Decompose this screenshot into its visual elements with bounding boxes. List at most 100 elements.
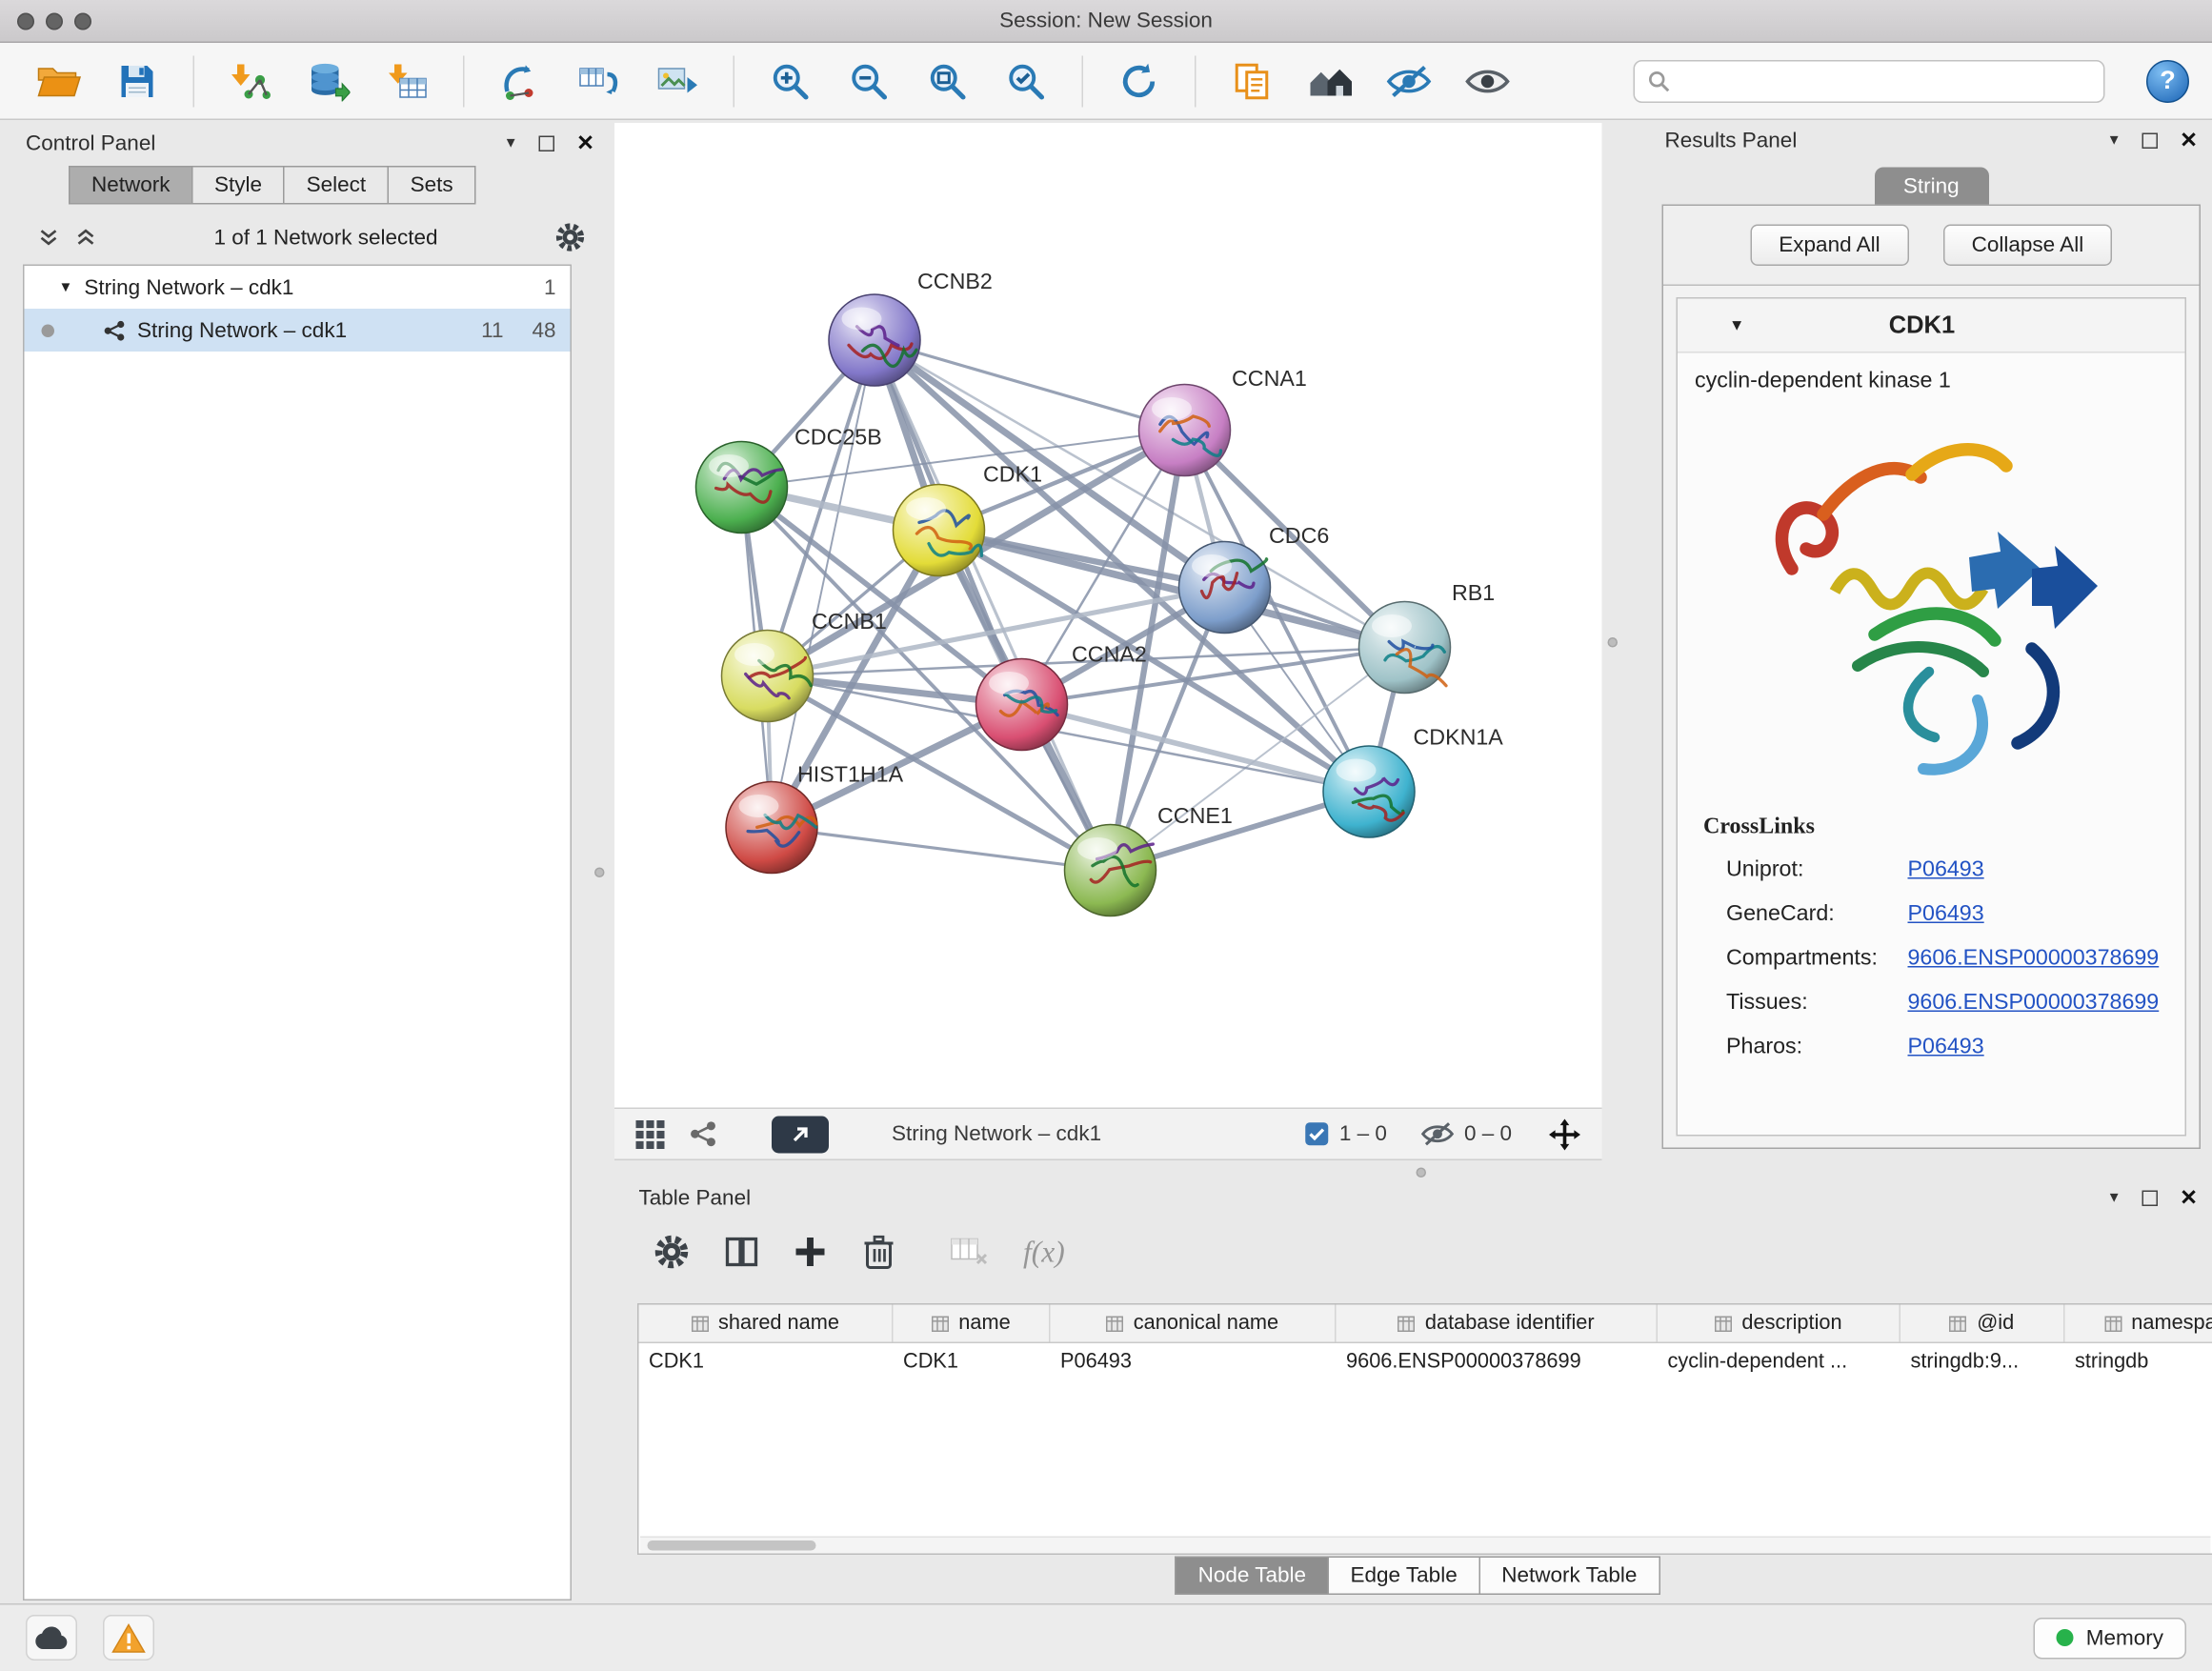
table-cell[interactable]: stringdb — [2065, 1343, 2212, 1382]
tab-network-table[interactable]: Network Table — [1478, 1557, 1659, 1596]
node-gloss-highlight — [989, 672, 1029, 695]
tab-network[interactable]: Network — [69, 166, 191, 205]
panel-float-icon[interactable] — [539, 135, 555, 151]
column-header-description[interactable]: description — [1658, 1305, 1900, 1342]
horizontal-scrollbar[interactable] — [640, 1537, 2211, 1554]
tab-select[interactable]: Select — [284, 166, 388, 205]
hide-selected-button[interactable] — [1379, 50, 1439, 111]
search-box[interactable] — [1634, 59, 2105, 102]
cloud-status-button[interactable] — [26, 1616, 77, 1661]
crosslink-link[interactable]: 9606.ENSP00000378699 — [1908, 946, 2160, 972]
panel-menu-icon[interactable]: ▼ — [2107, 1190, 2122, 1206]
collapse-all-icon[interactable] — [37, 228, 60, 248]
birds-eye-view-icon[interactable] — [634, 1118, 666, 1150]
open-in-new-window-button[interactable] — [772, 1116, 829, 1153]
table-cell[interactable]: cyclin-dependent ... — [1658, 1343, 1900, 1382]
new-network-from-selection-button[interactable] — [491, 50, 551, 111]
import-network-from-file-button[interactable] — [220, 50, 280, 111]
help-button[interactable]: ? — [2146, 59, 2189, 102]
expand-all-button[interactable]: Expand All — [1750, 225, 1908, 267]
network-options-gear-icon[interactable] — [554, 222, 586, 253]
warnings-button[interactable] — [103, 1616, 154, 1661]
panel-close-icon[interactable]: ✕ — [576, 132, 594, 154]
collapse-caret-icon[interactable]: ▼ — [1729, 316, 1744, 333]
delete-column-trash-icon[interactable] — [862, 1234, 896, 1271]
expand-all-icon[interactable] — [74, 228, 97, 248]
crosslink-link[interactable]: P06493 — [1908, 1035, 1984, 1060]
add-column-plus-icon[interactable] — [794, 1235, 828, 1269]
column-header--id[interactable]: @id — [1900, 1305, 2065, 1342]
table-cell[interactable]: P06493 — [1051, 1343, 1337, 1382]
zoom-fit-button[interactable] — [917, 50, 977, 111]
table-cell[interactable]: 9606.ENSP00000378699 — [1337, 1343, 1659, 1382]
network-node-hist1h1a[interactable]: HIST1H1A — [726, 762, 904, 874]
export-image-button[interactable] — [648, 50, 708, 111]
panel-close-icon[interactable]: ✕ — [2180, 1187, 2198, 1209]
crosslink-link[interactable]: 9606.ENSP00000378699 — [1908, 991, 2160, 1017]
splitter-handle[interactable] — [1608, 637, 1619, 648]
splitter-handle[interactable] — [594, 868, 605, 878]
crosslink-link[interactable]: P06493 — [1908, 857, 1984, 883]
apply-layout-button[interactable] — [1109, 50, 1169, 111]
zoom-out-button[interactable] — [839, 50, 899, 111]
tab-string[interactable]: String — [1874, 168, 1988, 205]
network-node-cdkn1a[interactable]: CDKN1A — [1323, 725, 1503, 838]
column-header-shared-name[interactable]: shared name — [639, 1305, 894, 1342]
network-canvas[interactable]: CCNB2CCNA1CDC25BCDK1CDC6RB1CCNB1CCNA2CDK… — [614, 123, 1602, 1108]
tree-caret-icon[interactable]: ▼ — [59, 279, 73, 295]
network-row-selected[interactable]: String Network – cdk1 11 48 — [25, 309, 571, 352]
column-header-namespace[interactable]: namespace — [2065, 1305, 2212, 1342]
table-cell[interactable]: CDK1 — [639, 1343, 894, 1382]
protein-card-header[interactable]: ▼ CDK1 — [1678, 299, 2185, 353]
selected-nodes-checkbox-icon[interactable] — [1305, 1122, 1330, 1147]
table-cell[interactable]: CDK1 — [894, 1343, 1051, 1382]
minimize-window-button[interactable] — [46, 12, 63, 30]
copy-style-button[interactable] — [1222, 50, 1282, 111]
clone-network-button[interactable] — [569, 50, 629, 111]
crosslink-link[interactable]: P06493 — [1908, 902, 1984, 928]
tab-style[interactable]: Style — [191, 166, 284, 205]
table-cell[interactable]: stringdb:9... — [1900, 1343, 2065, 1382]
tab-sets[interactable]: Sets — [388, 166, 476, 205]
column-header-name[interactable]: name — [894, 1305, 1051, 1342]
table-options-gear-icon[interactable] — [654, 1234, 691, 1271]
splitter-handle[interactable] — [1417, 1168, 1427, 1178]
show-all-button[interactable] — [1458, 50, 1518, 111]
open-session-button[interactable] — [29, 50, 89, 111]
zoom-selected-button[interactable] — [996, 50, 1056, 111]
panel-float-icon[interactable] — [2142, 1190, 2159, 1206]
network-collection-row[interactable]: ▼ String Network – cdk1 1 — [25, 266, 571, 309]
tab-edge-table[interactable]: Edge Table — [1328, 1557, 1480, 1596]
first-neighbors-button[interactable] — [1300, 50, 1360, 111]
show-columns-icon[interactable] — [725, 1235, 759, 1269]
pan-crosshair-icon[interactable] — [1548, 1117, 1582, 1151]
function-builder-icon[interactable]: f(x) — [1023, 1234, 1065, 1270]
search-input[interactable] — [1680, 70, 2091, 92]
column-header-database-identifier[interactable]: database identifier — [1337, 1305, 1659, 1342]
memory-button[interactable]: Memory — [2033, 1618, 2186, 1660]
horizontal-scrollbar-thumb[interactable] — [648, 1540, 816, 1551]
network-node-cdk1[interactable]: CDK1 — [894, 462, 1043, 576]
tab-node-table[interactable]: Node Table — [1176, 1557, 1329, 1596]
save-session-button[interactable] — [108, 50, 168, 111]
hidden-eye-slash-icon[interactable] — [1419, 1120, 1454, 1148]
close-window-button[interactable] — [17, 12, 34, 30]
zoom-window-button[interactable] — [74, 12, 91, 30]
network-node-rb1[interactable]: RB1 — [1359, 580, 1496, 694]
panel-float-icon[interactable] — [2142, 132, 2159, 149]
network-node-cdc25b[interactable]: CDC25B — [696, 425, 882, 534]
panel-menu-icon[interactable]: ▼ — [2107, 132, 2122, 149]
column-header-label: name — [958, 1312, 1010, 1335]
column-header-canonical-name[interactable]: canonical name — [1051, 1305, 1337, 1342]
zoom-in-button[interactable] — [760, 50, 820, 111]
table-row[interactable]: CDK1CDK1P064939606.ENSP00000378699cyclin… — [639, 1343, 2212, 1382]
panel-menu-icon[interactable]: ▼ — [504, 135, 518, 151]
share-view-icon[interactable] — [689, 1120, 717, 1148]
collapse-all-button[interactable]: Collapse All — [1943, 225, 2113, 267]
import-table-from-file-button[interactable] — [377, 50, 437, 111]
network-view[interactable]: CCNB2CCNA1CDC25BCDK1CDC6RB1CCNB1CCNA2CDK… — [614, 123, 1602, 1108]
panel-close-icon[interactable]: ✕ — [2180, 130, 2198, 151]
network-node-ccna1[interactable]: CCNA1 — [1139, 366, 1307, 476]
import-network-from-database-button[interactable] — [299, 50, 359, 111]
network-node-ccne1[interactable]: CCNE1 — [1065, 803, 1233, 916]
